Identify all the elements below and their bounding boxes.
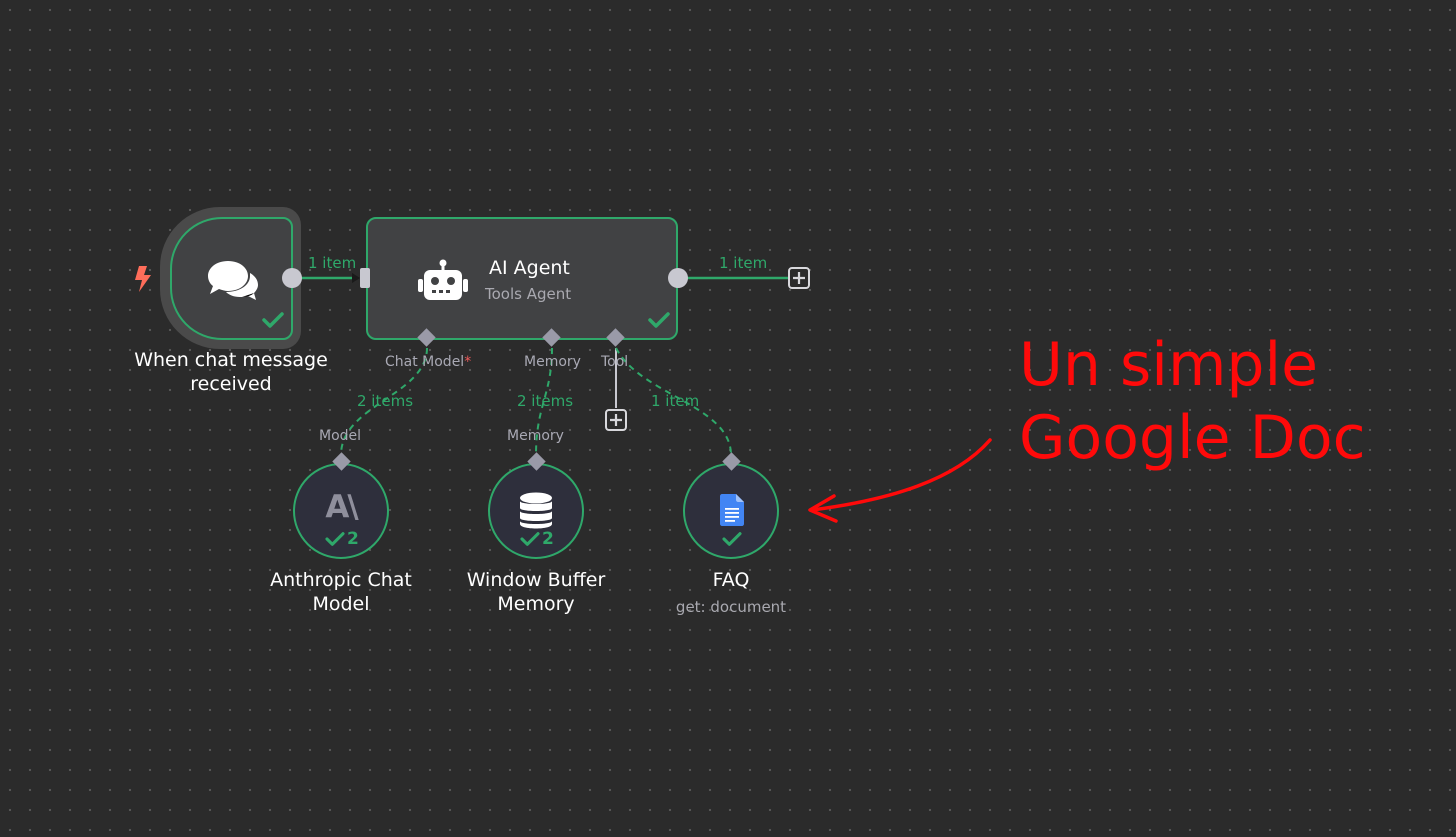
ai-agent-input-handle[interactable] (360, 268, 370, 288)
success-check-icon (520, 532, 540, 546)
anthropic-output-label: Model (319, 428, 362, 444)
ai-agent-title: AI Agent (489, 257, 570, 279)
annotation-text: Un simple Google Doc (1019, 329, 1366, 475)
plus-icon (610, 414, 622, 426)
success-check-icon (325, 532, 345, 546)
window-buffer-memory-node[interactable]: 2 (488, 463, 584, 559)
faq-google-docs-node[interactable] (683, 463, 779, 559)
success-check-icon (648, 312, 670, 328)
tool-input-label: Tool (601, 354, 629, 370)
faq-node-title: FAQ (712, 569, 750, 591)
trigger-agent-items-label: 1 item (308, 254, 357, 272)
annotation-line-1: Un simple (1019, 330, 1319, 400)
trigger-node[interactable] (170, 217, 293, 340)
success-check-icon (262, 312, 284, 328)
anthropic-logo-icon: A\ (325, 489, 358, 525)
annotation-arrow (810, 438, 992, 512)
connection-arrowhead (352, 273, 360, 283)
workflow-canvas[interactable]: When chat message received AI Agent Tool… (0, 0, 1456, 837)
agent-output-items-label: 1 item (719, 254, 768, 272)
annotation-line-2: Google Doc (1019, 403, 1366, 473)
memory-items-label: 2 items (517, 392, 574, 410)
success-check-icon (722, 532, 742, 546)
plus-icon (793, 272, 805, 284)
chat-model-input-label: Chat Model* (385, 354, 472, 370)
google-docs-icon (720, 494, 744, 526)
memory-input-label: Memory (524, 354, 581, 370)
add-tool-button[interactable] (605, 409, 627, 431)
trigger-output-handle[interactable] (282, 268, 302, 288)
chat-bubbles-icon (208, 261, 258, 300)
faq-node-subtitle: get: document (675, 598, 787, 616)
robot-icon (418, 259, 468, 300)
anthropic-chat-model-node[interactable]: A\ 2 (293, 463, 389, 559)
ai-agent-subtitle: Tools Agent (485, 285, 572, 303)
trigger-node-title: When chat message received (134, 349, 328, 395)
ai-agent-node[interactable]: AI Agent Tools Agent (366, 217, 678, 340)
model-items-label: 2 items (357, 392, 414, 410)
memory-output-label: Memory (507, 428, 564, 444)
run-count: 2 (325, 529, 359, 549)
run-count: 2 (520, 529, 554, 549)
tool-items-label: 1 item (651, 392, 700, 410)
database-icon (520, 492, 552, 529)
ai-agent-output-handle[interactable] (668, 268, 688, 288)
trigger-bolt-icon (135, 266, 151, 292)
add-next-node-button[interactable] (788, 267, 810, 289)
